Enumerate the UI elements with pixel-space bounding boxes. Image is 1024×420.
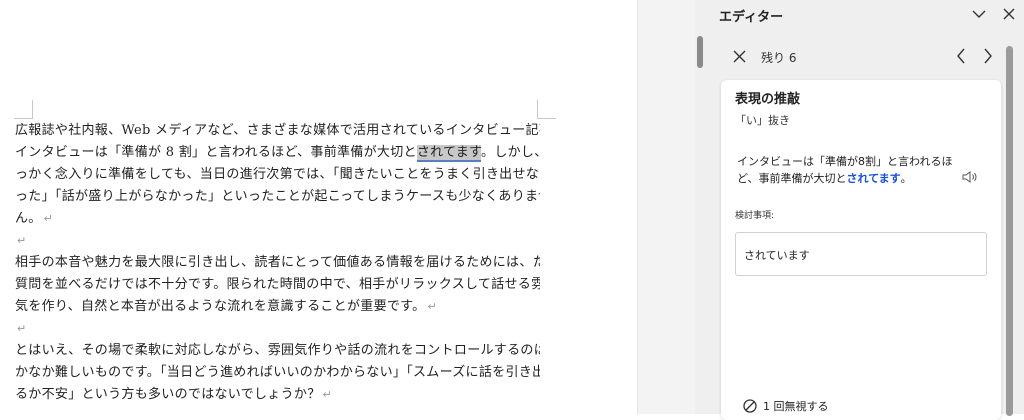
doc-line: かなか難しいものです。「当日どう進めればいいのかわからない」「スムーズに話を引き… [15, 365, 540, 380]
close-suggestion-icon[interactable] [728, 45, 750, 67]
emphasized-text: されてます [846, 172, 901, 185]
paragraph-3[interactable]: とはいえ、その場で柔軟に対応しながら、雰囲気作りや話の流れをコントロールするのは… [15, 340, 540, 406]
flagged-text[interactable]: されてます [416, 145, 482, 162]
paragraph-1[interactable]: 広報誌や社内報、Web メディアなど、さまざまな媒体で活用されているインタビュー… [15, 120, 540, 252]
remaining-count: 残り 6 [761, 51, 797, 65]
ignore-once-button[interactable]: 1 回無視する [743, 398, 829, 414]
empty-line: ↵ [15, 230, 540, 252]
pane-scrollbar[interactable] [695, 0, 705, 414]
card-scrollbar[interactable] [1006, 46, 1013, 416]
suggestion-card: 表現の推敲 「い」抜き インタビューは「準備が8割」と言われるほど、事前準備が大… [721, 80, 1001, 420]
doc-line: っかく念入りに準備をしても、当日の進行次第では、「聞きたいことをうまく引き出せな… [15, 167, 540, 182]
card-heading: 表現の推敲 [735, 92, 801, 107]
paragraph-2[interactable]: 相手の本音や魅力を最大限に引き出し、読者にとって価値ある情報を届けるためには、た… [15, 252, 540, 340]
doc-line: 広報誌や社内報、Web メディアなど、さまざまな媒体で活用されているインタビュー… [15, 123, 540, 138]
paragraph-mark-icon: ↵ [427, 300, 438, 313]
consider-label: 検討事項: [735, 211, 775, 221]
paragraph-mark-icon: ↵ [17, 322, 27, 335]
suggestion-option[interactable]: されています [735, 232, 987, 276]
doc-line: るか不安」という方も多いのではないでしょうか？ ↵ [15, 387, 333, 402]
document-area[interactable]: 広報誌や社内報、Web メディアなど、さまざまな媒体で活用されているインタビュー… [0, 0, 637, 414]
doc-line: インタビューは「準備が 8 割」と言われるほど、事前準備が大切とされてます。しか… [15, 145, 540, 162]
suggestion-text: されています [744, 249, 810, 262]
paragraph-mark-icon: ↵ [17, 234, 27, 247]
doc-line: 気を作り、自然と本音が出るような流れを意識することが重要です。 ↵ [15, 299, 438, 314]
prohibit-icon [743, 399, 757, 413]
speaker-icon[interactable] [961, 168, 979, 186]
empty-line: ↵ [15, 318, 540, 340]
chevron-left-icon[interactable] [951, 45, 971, 67]
pane-gutter [637, 0, 696, 414]
card-subheading: 「い」抜き [735, 114, 790, 127]
context-sentence: インタビューは「準備が8割」と言われるほど、事前準備が大切とされてます。 [737, 155, 953, 185]
page-corner-mark-left [14, 100, 33, 119]
doc-line: とはいえ、その場で柔軟に対応しながら、雰囲気作りや話の流れをコントロールするのは… [15, 343, 540, 358]
paragraph-mark-icon: ↵ [43, 212, 54, 225]
chevron-right-icon[interactable] [978, 45, 998, 67]
paragraph-mark-icon: ↵ [322, 388, 333, 401]
doc-line: 相手の本音や魅力を最大限に引き出し、読者にとって価値ある情報を届けるためには、た… [15, 255, 540, 270]
page-corner-mark-right [537, 100, 556, 119]
doc-line: った」「話が盛り上がらなかった」といったことが起こってしまうケースも少なくありま… [15, 189, 540, 204]
chevron-down-icon[interactable] [969, 4, 989, 24]
editor-pane: エディター 残り 6 表現の推敲 「い」抜き インタビューは「準備が8割」と言わ… [695, 0, 1024, 420]
close-icon[interactable] [999, 4, 1019, 24]
doc-line: 質問を並べるだけでは不十分です。限られた時間の中で、相手がリラックスして話せる雰… [15, 277, 540, 292]
ignore-once-label: 1 回無視する [763, 400, 829, 413]
doc-line: ん。 ↵ [15, 211, 54, 226]
pane-title: エディター [719, 10, 784, 25]
pane-scroll-thumb[interactable] [697, 36, 703, 68]
